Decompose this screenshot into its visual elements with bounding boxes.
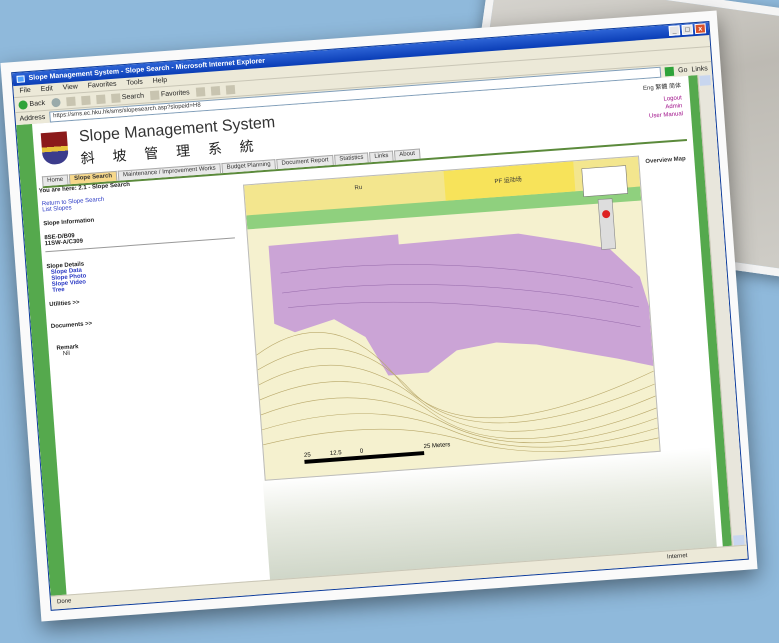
browser-window: Slope Management System - Slope Search -…	[11, 21, 749, 611]
sidebar: Return to Slope Search List Slopes Slope…	[42, 187, 253, 358]
overview-map-label: Overview Map	[645, 156, 686, 166]
screenshot-card: Slope Management System - Slope Search -…	[0, 10, 758, 622]
scale-label-meters: 25 Meters	[424, 442, 451, 450]
favorites-label: Favorites	[160, 88, 190, 98]
scroll-up-icon[interactable]	[699, 75, 711, 86]
map-canvas: 25 12.5 0 25 Meters Ru PF 运动场	[244, 156, 659, 464]
top-links: Logout Admin User Manual	[648, 94, 684, 120]
back-button[interactable]: Back	[18, 98, 46, 110]
back-label: Back	[29, 99, 46, 108]
back-arrow-icon	[18, 99, 28, 110]
search-icon	[110, 92, 121, 103]
zoom-slider[interactable]	[597, 198, 617, 250]
map-nav-control[interactable]	[581, 165, 629, 198]
tab-home[interactable]: Home	[41, 174, 69, 187]
go-label[interactable]: Go	[678, 66, 688, 74]
links-label[interactable]: Links	[691, 64, 712, 73]
star-icon	[149, 90, 160, 100]
search-button[interactable]: Search	[110, 91, 145, 103]
forward-icon[interactable]	[50, 97, 61, 107]
close-button[interactable]: x	[694, 23, 707, 35]
history-icon[interactable]	[195, 86, 205, 97]
menu-file[interactable]: File	[19, 85, 31, 97]
refresh-icon[interactable]	[80, 95, 91, 105]
home-icon[interactable]	[95, 94, 106, 104]
slope-map[interactable]: 25 12.5 0 25 Meters Ru PF 运动场	[243, 155, 661, 481]
window-controls: _ □ x	[668, 23, 707, 36]
user-manual-link[interactable]: User Manual	[649, 110, 684, 120]
university-logo	[40, 131, 69, 166]
favorites-button[interactable]: Favorites	[149, 88, 190, 100]
address-label: Address	[19, 113, 46, 123]
language-links[interactable]: Eng 繁體 简体	[643, 80, 681, 92]
mail-icon[interactable]	[210, 85, 220, 96]
tab-about[interactable]: About	[393, 148, 421, 161]
menu-favorites[interactable]: Favorites	[87, 79, 117, 92]
menu-tools[interactable]: Tools	[126, 77, 143, 89]
print-icon[interactable]	[225, 84, 235, 95]
tab-statistics[interactable]: Statistics	[334, 152, 369, 165]
page-content: Slope Management System 斜 坡 管 理 系 統 Eng …	[16, 73, 747, 597]
internet-zone: Internet	[666, 553, 688, 561]
scale-label-25: 25	[304, 452, 312, 459]
scale-label-12: 12.5	[330, 450, 343, 457]
go-icon[interactable]	[664, 66, 675, 76]
menu-view[interactable]: View	[62, 81, 79, 93]
menu-edit[interactable]: Edit	[40, 83, 54, 95]
stop-icon[interactable]	[65, 96, 76, 106]
tab-links[interactable]: Links	[369, 150, 394, 163]
ie-icon	[16, 75, 25, 83]
scale-label-0: 0	[360, 448, 364, 454]
search-label: Search	[121, 92, 145, 101]
left-border	[16, 123, 67, 597]
status-text: Done	[56, 598, 72, 606]
maximize-button[interactable]: □	[681, 24, 694, 36]
scale-bar	[304, 451, 425, 464]
menu-help[interactable]: Help	[152, 75, 167, 87]
minimize-button[interactable]: _	[668, 25, 681, 36]
map-label-top: Ru	[354, 185, 362, 192]
slope-area	[268, 233, 654, 376]
